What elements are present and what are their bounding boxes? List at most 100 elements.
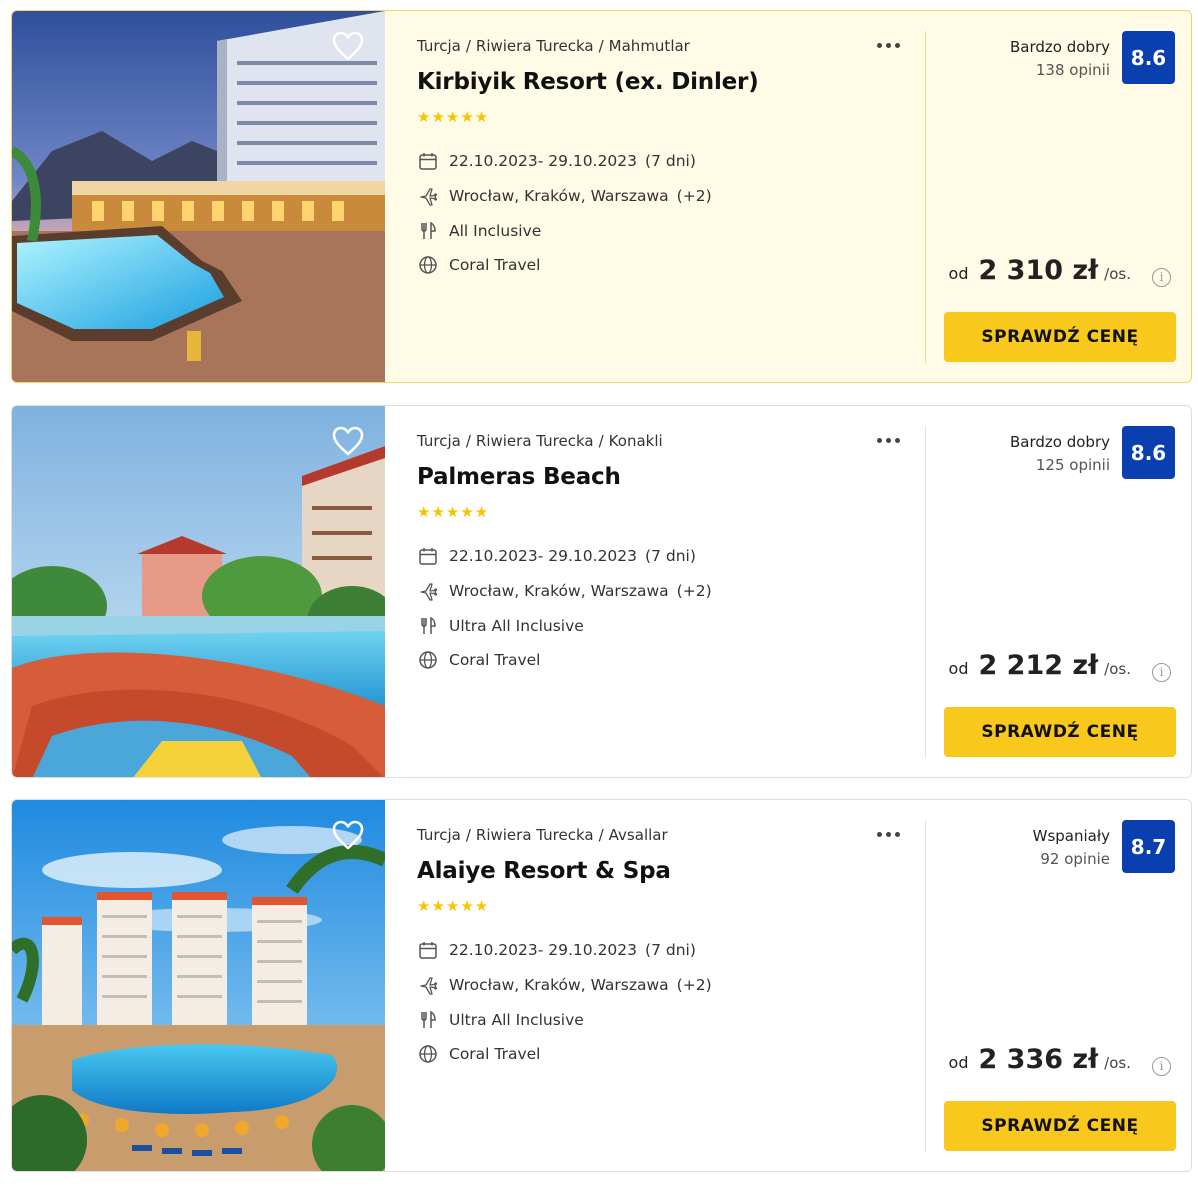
price-amount: 2 212 zł [978, 650, 1099, 681]
fact-board: All Inclusive [417, 213, 712, 248]
offer-card[interactable]: Turcja / Riwiera Turecka / Konakli Palmeras … [11, 405, 1192, 778]
resort-towers-pool-photo [12, 800, 385, 1171]
hotel-name[interactable]: Kirbiyik Resort (ex. Dinler) [417, 69, 759, 95]
heart-outline-icon [332, 820, 364, 850]
fact-board: Ultra All Inclusive [417, 1002, 712, 1037]
price-block: od 2 212 zł /os. i [948, 650, 1171, 682]
breadcrumb: Turcja / Riwiera Turecka / Avsallar [417, 826, 668, 844]
globe-icon [417, 649, 439, 671]
rating-word: Wspaniały [1032, 827, 1110, 845]
operator-text: Coral Travel [449, 1045, 541, 1064]
fact-dates: 22.10.2023- 29.10.2023 (7 dni) [417, 144, 712, 179]
plane-icon [417, 974, 439, 996]
price-prefix: od [948, 1053, 969, 1072]
departures-more[interactable]: (+2) [677, 582, 712, 600]
departures-more[interactable]: (+2) [677, 187, 712, 205]
rating-block[interactable]: Bardzo dobry 125 opinii 8.6 [1010, 426, 1175, 479]
price-block: od 2 310 zł /os. i [948, 255, 1171, 287]
breadcrumb-region[interactable]: Riwiera Turecka [476, 826, 594, 844]
more-horizontal-icon [875, 428, 902, 447]
departures-more[interactable]: (+2) [677, 976, 712, 994]
review-count[interactable]: 125 opinii [1010, 453, 1110, 477]
breadcrumb-city[interactable]: Mahmutlar [609, 37, 690, 55]
duration-text: (7 dni) [645, 152, 696, 171]
breadcrumb-country[interactable]: Turcja [417, 432, 461, 450]
operator-text: Coral Travel [449, 256, 541, 275]
plane-icon [417, 580, 439, 602]
hotel-stars: ★★★★★ [417, 108, 490, 126]
departures-text: Wrocław, Kraków, Warszawa [449, 976, 669, 995]
rating-word: Bardzo dobry [1010, 38, 1110, 56]
check-price-button[interactable]: SPRAWDŹ CENĘ [944, 1101, 1176, 1151]
globe-icon [417, 254, 439, 276]
rating-block[interactable]: Wspaniały 92 opinie 8.7 [1033, 820, 1175, 873]
score-badge: 8.6 [1122, 426, 1175, 479]
price-amount: 2 310 zł [978, 255, 1099, 286]
favorite-button[interactable] [331, 30, 365, 62]
hotel-photo[interactable] [12, 800, 385, 1171]
departures-text: Wrocław, Kraków, Warszawa [449, 582, 669, 601]
resort-pool-night-photo [12, 11, 385, 382]
hotel-name[interactable]: Alaiye Resort & Spa [417, 858, 671, 884]
price-prefix: od [948, 659, 969, 678]
cutlery-icon [417, 220, 439, 242]
review-count[interactable]: 92 opinie [1033, 847, 1110, 871]
operator-text: Coral Travel [449, 651, 541, 670]
price-prefix: od [948, 264, 969, 283]
calendar-icon [417, 939, 439, 961]
calendar-icon [417, 545, 439, 567]
globe-icon [417, 1043, 439, 1065]
fact-departures: Wrocław, Kraków, Warszawa (+2) [417, 968, 712, 1003]
rating-word: Bardzo dobry [1010, 433, 1110, 451]
duration-text: (7 dni) [645, 547, 696, 566]
divider [925, 31, 926, 363]
review-count[interactable]: 138 opinii [1010, 58, 1110, 82]
calendar-icon [417, 150, 439, 172]
board-text: Ultra All Inclusive [449, 1010, 584, 1029]
more-options-button[interactable] [875, 428, 909, 452]
fact-dates: 22.10.2023- 29.10.2023 (7 dni) [417, 933, 712, 968]
hotel-photo[interactable] [12, 11, 385, 382]
per-person-label: /os. [1104, 660, 1131, 678]
board-text: All Inclusive [449, 221, 542, 240]
info-circle-icon[interactable]: i [1152, 663, 1171, 682]
fact-operator: Coral Travel [417, 643, 712, 678]
duration-text: (7 dni) [645, 941, 696, 960]
favorite-button[interactable] [331, 819, 365, 851]
breadcrumb-country[interactable]: Turcja [417, 826, 461, 844]
board-text: Ultra All Inclusive [449, 616, 584, 635]
rating-block[interactable]: Bardzo dobry 138 opinii 8.6 [1010, 31, 1175, 84]
hotel-name[interactable]: Palmeras Beach [417, 464, 621, 490]
offer-info: Turcja / Riwiera Turecka / Konakli Palmeras … [417, 406, 927, 777]
fact-departures: Wrocław, Kraków, Warszawa (+2) [417, 179, 712, 214]
fact-departures: Wrocław, Kraków, Warszawa (+2) [417, 574, 712, 609]
breadcrumb: Turcja / Riwiera Turecka / Mahmutlar [417, 37, 690, 55]
dates-text: 22.10.2023- 29.10.2023 [449, 547, 638, 566]
more-options-button[interactable] [875, 822, 909, 846]
offer-facts: 22.10.2023- 29.10.2023 (7 dni) Wrocław, … [417, 539, 712, 678]
score-badge: 8.7 [1122, 820, 1175, 873]
offer-facts: 22.10.2023- 29.10.2023 (7 dni) Wrocław, … [417, 933, 712, 1072]
breadcrumb-city[interactable]: Avsallar [609, 826, 668, 844]
offer-info: Turcja / Riwiera Turecka / Avsallar Alaiye R… [417, 800, 927, 1171]
more-options-button[interactable] [875, 33, 909, 57]
breadcrumb: Turcja / Riwiera Turecka / Konakli [417, 432, 663, 450]
breadcrumb-region[interactable]: Riwiera Turecka [476, 432, 594, 450]
hotel-stars: ★★★★★ [417, 503, 490, 521]
favorite-button[interactable] [331, 425, 365, 457]
offer-facts: 22.10.2023- 29.10.2023 (7 dni) Wrocław, … [417, 144, 712, 283]
hotel-photo[interactable] [12, 406, 385, 777]
check-price-button[interactable]: SPRAWDŹ CENĘ [944, 707, 1176, 757]
breadcrumb-city[interactable]: Konakli [609, 432, 663, 450]
breadcrumb-country[interactable]: Turcja [417, 37, 461, 55]
info-circle-icon[interactable]: i [1152, 1057, 1171, 1076]
offer-card[interactable]: Turcja / Riwiera Turecka / Mahmutlar Kirbiyi… [11, 10, 1192, 383]
info-circle-icon[interactable]: i [1152, 268, 1171, 287]
breadcrumb-region[interactable]: Riwiera Turecka [476, 37, 594, 55]
offer-card[interactable]: Turcja / Riwiera Turecka / Avsallar Alaiye R… [11, 799, 1192, 1172]
more-horizontal-icon [875, 822, 902, 841]
heart-outline-icon [332, 31, 364, 61]
check-price-button[interactable]: SPRAWDŹ CENĘ [944, 312, 1176, 362]
heart-outline-icon [332, 426, 364, 456]
hotel-stars: ★★★★★ [417, 897, 490, 915]
